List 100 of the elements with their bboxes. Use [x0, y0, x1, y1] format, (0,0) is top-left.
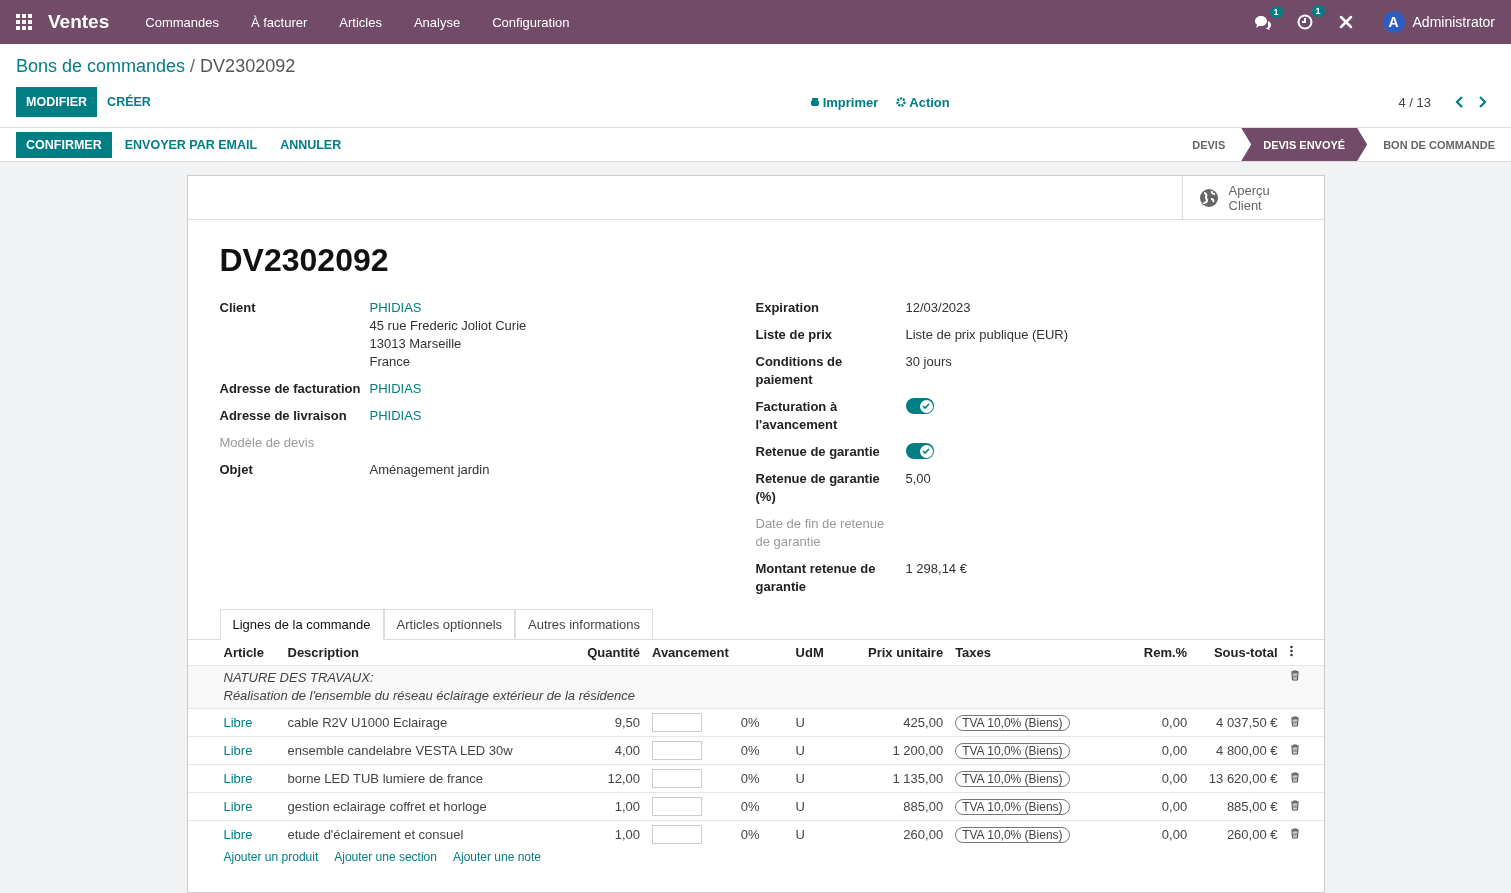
- clock-icon[interactable]: [1296, 14, 1313, 30]
- app-name[interactable]: Ventes: [48, 11, 110, 33]
- trash-icon[interactable]: [1289, 744, 1300, 755]
- table-cell: 1 135,00: [851, 764, 950, 793]
- toggle-switch[interactable]: [905, 398, 934, 414]
- product-link[interactable]: Libre: [223, 715, 253, 730]
- print-dropdown[interactable]: Imprimer: [809, 94, 879, 110]
- trash-icon[interactable]: [1289, 716, 1300, 727]
- field-label: Conditions de paiement: [755, 353, 844, 389]
- status-stage[interactable]: DEVIS ENVOYÉ: [1241, 128, 1368, 161]
- menu-item[interactable]: Commandes: [129, 14, 235, 30]
- action-button[interactable]: ANNULER: [270, 131, 352, 158]
- table-cell: etude d'éclairement et consuel: [281, 820, 574, 848]
- trash-icon[interactable]: [1289, 772, 1300, 783]
- table-cell: U: [765, 736, 852, 765]
- user-name[interactable]: Administrator: [1412, 14, 1495, 30]
- toggle-switch[interactable]: [905, 443, 934, 459]
- action-button[interactable]: ENVOYER PAR EMAIL: [114, 131, 268, 158]
- menu-item[interactable]: Articles: [323, 14, 398, 30]
- column-header[interactable]: UdM: [765, 639, 852, 666]
- menu-item[interactable]: Configuration: [476, 14, 586, 30]
- table-cell: 4,00: [573, 736, 646, 765]
- trash-icon[interactable]: [1289, 800, 1300, 811]
- user-avatar[interactable]: A: [1382, 11, 1405, 33]
- field-value: Aménagement jardin: [369, 461, 490, 479]
- breadcrumb-link[interactable]: Bons de commandes: [16, 56, 186, 76]
- table-cell: 0,00: [1121, 820, 1194, 848]
- column-header[interactable]: Prix unitaire: [851, 639, 950, 666]
- table-cell: 260,00 €: [1193, 820, 1284, 848]
- table-cell: ensemble candelabre VESTA LED 30w: [281, 736, 574, 765]
- next-icon[interactable]: [1477, 96, 1487, 108]
- status-stage[interactable]: DEVIS: [1176, 128, 1242, 161]
- notebook-tab[interactable]: Lignes de la commande: [219, 609, 384, 640]
- table-cell: 4 037,50 €: [1193, 708, 1284, 737]
- add-line-link[interactable]: Ajouter une section: [334, 850, 437, 864]
- column-header[interactable]: Avancement: [646, 639, 766, 666]
- field-label: Date de fin de retenue de garantie: [755, 515, 886, 551]
- table-cell: borne LED TUB lumiere de france: [281, 764, 574, 793]
- table-cell: cable R2V U1000 Eclairage: [281, 708, 574, 737]
- tax-tag: TVA 10,0% (Biens): [955, 771, 1070, 787]
- column-header[interactable]: Quantité: [573, 639, 646, 666]
- column-header[interactable]: Description: [281, 639, 574, 666]
- table-cell: 0,00: [1121, 708, 1194, 737]
- field-value: 12/03/2023: [905, 299, 971, 317]
- app-grid-icon[interactable]: [16, 14, 32, 30]
- column-header[interactable]: Taxes: [949, 639, 1122, 666]
- field-value: 5,00: [905, 470, 931, 488]
- table-cell: 885,00: [851, 792, 950, 821]
- menu-item[interactable]: Analyse: [397, 14, 477, 30]
- field-label: Adresse de livraison: [219, 407, 348, 425]
- check-icon: [922, 447, 930, 455]
- table-cell: 9,50: [573, 708, 646, 737]
- table-cell: 13 620,00 €: [1193, 764, 1284, 793]
- field-label: Retenue de garantie: [755, 443, 881, 461]
- progress-input[interactable]: [652, 797, 702, 816]
- status-stage[interactable]: BON DE COMMANDE: [1367, 128, 1511, 161]
- add-line-link[interactable]: Ajouter un produit: [223, 850, 319, 864]
- progress-input[interactable]: [652, 713, 702, 732]
- trash-icon[interactable]: [1289, 828, 1300, 839]
- progress-input[interactable]: [652, 741, 702, 760]
- action-dropdown[interactable]: Action: [896, 94, 950, 110]
- product-link[interactable]: Libre: [223, 827, 253, 842]
- field-label: Facturation à l'avancement: [755, 398, 839, 434]
- product-link[interactable]: Libre: [223, 743, 253, 758]
- edit-button[interactable]: MODIFIER: [16, 87, 98, 117]
- notification-badge: 1: [1311, 5, 1325, 17]
- table-cell: 1,00: [573, 820, 646, 848]
- product-link[interactable]: Libre: [223, 799, 253, 814]
- notebook-tab[interactable]: Articles optionnels: [383, 609, 516, 640]
- table-cell: 1 200,00: [851, 736, 950, 765]
- chat-icon[interactable]: [1253, 14, 1271, 30]
- field-value: 30 jours: [905, 353, 952, 371]
- table-cell: 260,00: [851, 820, 950, 848]
- field-label: Retenue de garantie (%): [755, 470, 881, 506]
- section-note: NATURE DES TRAVAUX: Réalisation de l'ensemble du réseau éclairage extérieur de la résidence: [222, 669, 636, 705]
- table-cell: U: [765, 764, 852, 793]
- table-cell: 0%: [740, 715, 760, 730]
- create-button[interactable]: CRÉER: [97, 87, 161, 117]
- address-line: 13013 Marseille: [369, 335, 463, 353]
- product-link[interactable]: Libre: [223, 771, 253, 786]
- table-cell: 0,00: [1121, 736, 1194, 765]
- action-button[interactable]: CONFIRMER: [16, 131, 112, 158]
- notebook-tab[interactable]: Autres informations: [515, 609, 654, 640]
- column-header[interactable]: Article: [187, 639, 282, 666]
- progress-input[interactable]: [652, 769, 702, 788]
- menu-item[interactable]: À facturer: [234, 14, 324, 30]
- previous-icon[interactable]: [1455, 96, 1465, 108]
- field-link[interactable]: PHIDIAS: [369, 407, 422, 425]
- table-cell: gestion eclairage coffret et horloge: [281, 792, 574, 821]
- table-cell: 12,00: [573, 764, 646, 793]
- field-value: 1 298,14 €: [905, 560, 967, 578]
- breadcrumb-separator: /: [190, 56, 196, 76]
- add-line-link[interactable]: Ajouter une note: [452, 850, 542, 864]
- progress-input[interactable]: [652, 825, 702, 844]
- trash-icon[interactable]: [1289, 670, 1300, 681]
- field-link[interactable]: PHIDIAS: [369, 380, 422, 398]
- column-header[interactable]: Sous-total: [1193, 639, 1284, 666]
- options-icon[interactable]: [1289, 645, 1293, 657]
- field-link[interactable]: PHIDIAS: [369, 299, 527, 317]
- column-header[interactable]: Rem.%: [1121, 639, 1194, 666]
